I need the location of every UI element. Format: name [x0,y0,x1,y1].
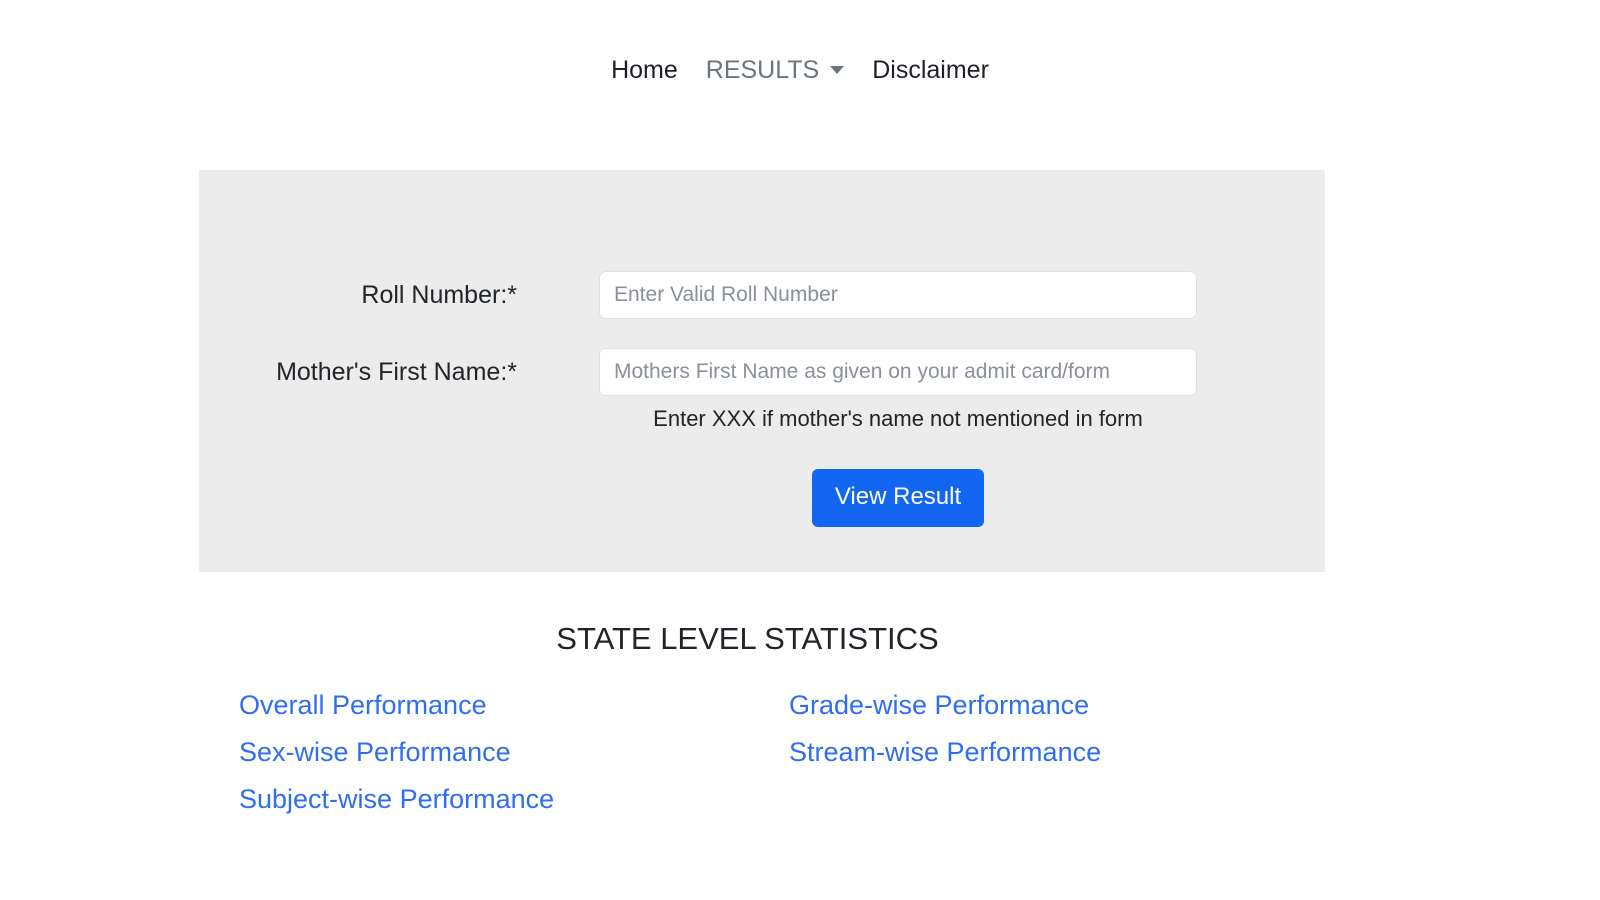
nav-item-disclaimer[interactable]: Disclaimer [858,55,1003,84]
nav-item-disclaimer-label: Disclaimer [872,55,989,84]
submit-row: View Result [599,469,1197,527]
statistics-column-left: Overall Performance Sex-wise Performance… [239,692,554,813]
nav-item-results[interactable]: RESULTS [692,55,858,84]
statistics-column-right: Grade-wise Performance Stream-wise Perfo… [789,692,1101,766]
nav-item-results-label: RESULTS [705,55,820,84]
result-lookup-panel: Roll Number:* Mother's First Name:* Ente… [199,170,1325,572]
roll-number-row: Roll Number:* [199,271,1325,319]
chevron-down-icon [830,66,845,74]
mother-name-label: Mother's First Name:* [276,357,517,386]
link-grade-wise-performance[interactable]: Grade-wise Performance [789,692,1101,719]
roll-number-input[interactable] [599,271,1197,319]
mother-name-row: Mother's First Name:* [199,348,1325,396]
link-overall-performance[interactable]: Overall Performance [239,692,554,719]
view-result-button[interactable]: View Result [811,469,985,527]
roll-number-label: Roll Number:* [361,280,517,309]
link-sex-wise-performance[interactable]: Sex-wise Performance [239,739,554,766]
nav-item-home[interactable]: Home [597,55,692,84]
link-stream-wise-performance[interactable]: Stream-wise Performance [789,739,1101,766]
state-level-statistics-title: STATE LEVEL STATISTICS [556,621,939,656]
mother-name-input[interactable] [599,348,1197,396]
main-navigation: Home RESULTS Disclaimer [0,0,1600,140]
mother-name-help-text: Enter XXX if mother's name not mentioned… [653,406,1143,431]
nav-list: Home RESULTS Disclaimer [597,55,1003,84]
nav-item-home-label: Home [611,55,678,84]
link-subject-wise-performance[interactable]: Subject-wise Performance [239,786,554,813]
